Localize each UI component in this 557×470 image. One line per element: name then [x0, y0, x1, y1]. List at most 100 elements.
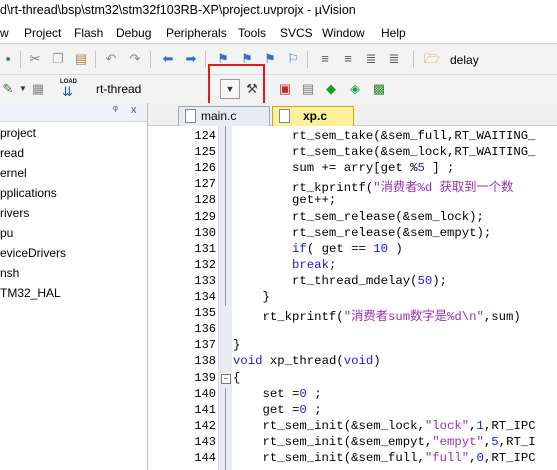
copy-icon[interactable]: ❐ [50, 51, 66, 67]
tree-item-drivers[interactable]: rivers [0, 206, 29, 220]
code-line[interactable]: rt_sem_take(&sem_lock,RT_WAITING_ [233, 145, 536, 159]
line-number: 133 [194, 273, 216, 288]
code-line[interactable]: } [233, 338, 240, 352]
code-line[interactable]: { [233, 371, 240, 385]
line-number: 130 [194, 225, 216, 240]
toolbar-separator [413, 51, 414, 68]
code-line[interactable]: rt_sem_init(&sem_lock,"lock",1,RT_IPC [233, 419, 536, 433]
keyword: void [343, 354, 374, 369]
code-line[interactable]: set =0 ; [233, 387, 322, 401]
manage-project-items-icon[interactable]: ▣ [277, 81, 293, 97]
menu-bar: w Project Flash Debug Peripherals Tools … [0, 22, 557, 44]
menu-flash[interactable]: Flash [74, 26, 103, 40]
title-bar: d\rt-thread\bsp\stm32\stm32f103RB-XP\pro… [0, 0, 557, 22]
tree-item-devicedrivers[interactable]: eviceDrivers [0, 246, 66, 260]
select-packs-icon[interactable]: ◈ [347, 81, 363, 97]
file-extensions-icon[interactable]: ▤ [300, 81, 316, 97]
batch-build-icon[interactable]: ▦ [30, 81, 46, 97]
code-line[interactable]: } [233, 290, 270, 304]
dropdown-arrow-icon[interactable]: ▼ [15, 81, 31, 97]
indent-icon[interactable]: ≡ [317, 51, 333, 67]
build-toolbar: ✎ ▼ ▦ LOAD ⇊ rt-thread ▼ ⚒ ▣ ▤ ◆ ◈ ▩ [0, 75, 557, 103]
code-line[interactable]: rt_sem_init(&sem_full,"full",0,RT_IPC [233, 451, 536, 465]
menu-view[interactable]: w [0, 26, 9, 40]
comment-icon[interactable]: ≣ [363, 51, 379, 67]
find-in-files-icon[interactable]: 🗁 [424, 51, 440, 67]
menu-window[interactable]: Window [322, 26, 365, 40]
tab-label: xp.c [303, 109, 328, 123]
undo-icon[interactable]: ↶ [103, 51, 119, 67]
string-literal: "lock" [424, 418, 470, 433]
menu-debug[interactable]: Debug [116, 26, 151, 40]
line-number: 136 [194, 322, 216, 337]
keyword: if [292, 241, 307, 256]
tab-label: main.c [201, 109, 237, 123]
file-icon [279, 109, 290, 123]
code-line[interactable]: void xp_thread(void) [233, 354, 381, 368]
menu-tools[interactable]: Tools [238, 26, 266, 40]
code-line[interactable]: if( get == 10 ) [233, 242, 403, 256]
navigate-forward-icon[interactable]: ➡ [183, 51, 199, 67]
rebuild-icon[interactable]: ✎ [0, 81, 16, 97]
code-line[interactable]: rt_sem_release(&sem_empyt); [233, 226, 491, 240]
clear-bookmarks-icon[interactable]: ⚐ [285, 51, 301, 67]
number-literal: 0 [299, 386, 307, 401]
redo-icon[interactable]: ↷ [127, 51, 143, 67]
tree-item-finsh[interactable]: nsh [0, 266, 19, 280]
number-literal: 50 [417, 273, 433, 288]
code-line[interactable]: rt_kprintf("消费者sum数字是%d\n",sum) [233, 306, 521, 324]
code-line[interactable]: rt_sem_init(&sem_empyt,"empyt",5,RT_I [233, 435, 536, 449]
pin-icon[interactable]: ᵠ [113, 104, 118, 116]
code-line[interactable]: rt_sem_release(&sem_lock); [233, 210, 484, 224]
unindent-icon[interactable]: ≡ [340, 51, 356, 67]
tree-item-cpu[interactable]: pu [0, 226, 13, 240]
code-line[interactable]: get =0 ; [233, 403, 322, 417]
toolbar-separator [20, 51, 21, 68]
tab-xp-c[interactable]: xp.c [272, 106, 354, 126]
code-editor[interactable]: − 124 rt_sem_take(&sem_full,RT_WAITING_ 1… [148, 126, 557, 470]
code-line[interactable]: sum += arry[get %5 ] ; [233, 161, 454, 175]
line-number: 134 [194, 290, 216, 304]
uncomment-icon[interactable]: ≣ [386, 51, 402, 67]
code-line[interactable]: get++; [233, 193, 336, 207]
pack-installer-icon[interactable]: ▩ [371, 81, 387, 97]
window-title: d\rt-thread\bsp\stm32\stm32f103RB-XP\pro… [0, 3, 356, 17]
target-select[interactable]: rt-thread [96, 82, 141, 96]
tree-item-applications[interactable]: pplications [0, 186, 57, 200]
code-line[interactable]: rt_sem_take(&sem_full,RT_WAITING_ [233, 129, 536, 143]
line-number: 143 [194, 434, 216, 449]
keyword: void [233, 354, 263, 369]
line-number: 137 [194, 338, 216, 353]
download-button[interactable]: LOAD ⇊ [58, 79, 80, 99]
number-literal: 1 [476, 418, 484, 433]
save-icon[interactable]: ▪ [0, 51, 16, 67]
tab-main-c[interactable]: main.c [178, 106, 270, 126]
menu-peripherals[interactable]: Peripherals [166, 26, 227, 40]
line-number: 131 [194, 241, 216, 256]
menu-svcs[interactable]: SVCS [280, 26, 313, 40]
file-icon [185, 109, 196, 123]
tree-item-stm32-hal[interactable]: TM32_HAL [0, 286, 61, 300]
tree-item-kernel[interactable]: ernel [0, 166, 27, 180]
close-icon[interactable]: x [131, 104, 137, 116]
line-number: 129 [194, 209, 216, 224]
project-panel-header: ᵠ x [0, 103, 147, 122]
find-target-text[interactable]: delay [450, 53, 479, 67]
editor-tab-bar: main.c xp.c [148, 103, 557, 126]
line-number: 125 [194, 145, 216, 160]
line-number: 142 [194, 418, 216, 433]
manage-run-time-env-icon[interactable]: ◆ [323, 81, 339, 97]
toolbar-separator [307, 51, 308, 68]
navigate-back-icon[interactable]: ⬅ [160, 51, 176, 67]
code-line[interactable]: rt_thread_mdelay(50); [233, 274, 447, 288]
toolbar-separator [95, 51, 96, 68]
code-line[interactable]: break; [233, 258, 336, 272]
tree-item-project[interactable]: project [0, 126, 36, 140]
menu-help[interactable]: Help [381, 26, 406, 40]
menu-project[interactable]: Project [24, 26, 61, 40]
cut-icon[interactable]: ✂ [27, 51, 43, 67]
tree-item-thread[interactable]: read [0, 146, 24, 160]
paste-icon[interactable]: ▤ [73, 51, 89, 67]
fold-collapse-icon[interactable]: − [221, 374, 231, 384]
line-number: 128 [194, 193, 216, 208]
